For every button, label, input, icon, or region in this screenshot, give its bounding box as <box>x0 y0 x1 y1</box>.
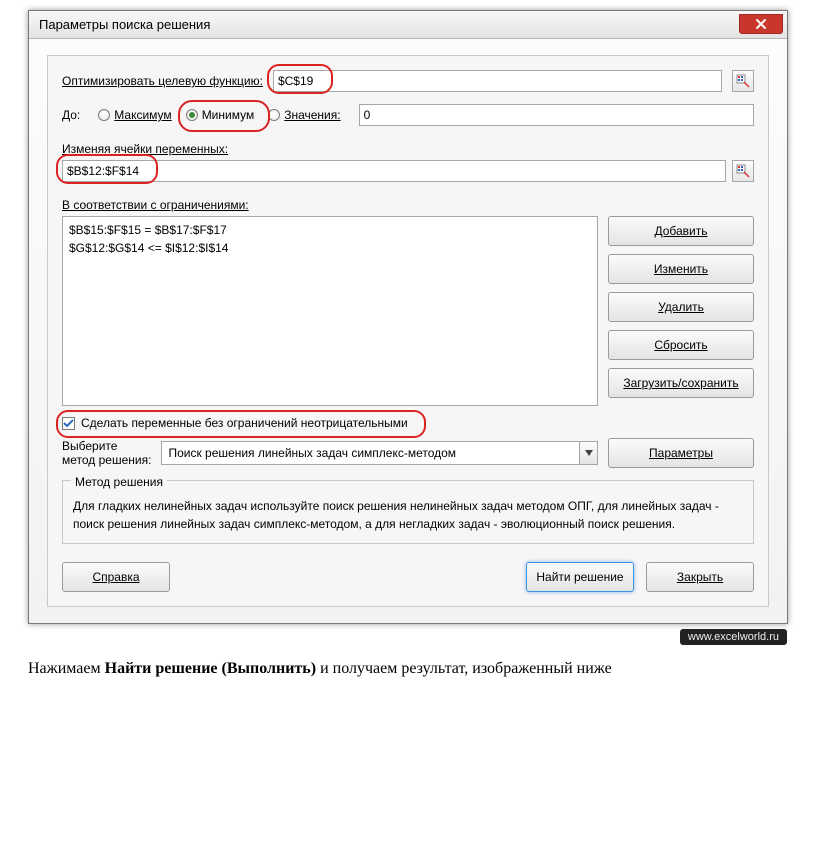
method-groupbox: Метод решения Для гладких нелинейных зад… <box>62 480 754 544</box>
radio-value[interactable]: Значения: <box>268 108 340 122</box>
objective-label: Оптимизировать целевую функцию: <box>62 74 263 88</box>
objective-input[interactable] <box>273 70 722 92</box>
range-picker-icon <box>736 164 750 178</box>
vars-input[interactable] <box>62 160 726 182</box>
method-select[interactable]: Поиск решения линейных задач симплекс-ме… <box>161 441 598 465</box>
help-button[interactable]: Справка <box>62 562 170 592</box>
close-window-button[interactable] <box>739 14 783 34</box>
radio-max[interactable]: Максимум <box>98 108 171 122</box>
reset-button[interactable]: Сбросить <box>608 330 754 360</box>
constraint-line[interactable]: $G$12:$G$14 <= $I$12:$I$14 <box>69 239 591 257</box>
caption-suffix: и получаем результат, изображенный ниже <box>316 660 612 677</box>
objective-range-picker[interactable] <box>732 70 754 92</box>
caption: Нажимаем Найти решение (Выполнить) и пол… <box>28 660 788 678</box>
method-description: Для гладких нелинейных задач используйте… <box>73 497 743 533</box>
loadsave-button[interactable]: Загрузить/сохранить <box>608 368 754 398</box>
value-input[interactable] <box>359 104 754 126</box>
method-selected-text: Поиск решения линейных задач симплекс-ме… <box>168 446 456 460</box>
caption-prefix: Нажимаем <box>28 660 105 677</box>
range-picker-icon <box>736 74 750 88</box>
chevron-down-icon <box>579 442 597 464</box>
nonneg-checkbox[interactable] <box>62 417 75 430</box>
to-label: До: <box>62 108 80 122</box>
watermark: www.excelworld.ru <box>680 629 787 645</box>
radio-max-label: Максимум <box>114 108 171 122</box>
method-legend: Метод решения <box>71 473 167 491</box>
solver-dialog: Параметры поиска решения Оптимизировать … <box>28 10 788 624</box>
close-icon <box>755 19 767 29</box>
params-button[interactable]: Параметры <box>608 438 754 468</box>
nonneg-label: Сделать переменные без ограничений неотр… <box>81 416 408 430</box>
radio-value-label: Значения: <box>284 108 340 122</box>
radio-min[interactable]: Минимум <box>186 108 255 122</box>
method-label-1: Выберите <box>62 439 151 453</box>
vars-range-picker[interactable] <box>732 160 754 182</box>
caption-bold: Найти решение (Выполнить) <box>105 660 316 677</box>
window-title: Параметры поиска решения <box>39 17 210 32</box>
check-icon <box>63 418 74 429</box>
vars-label: Изменяя ячейки переменных: <box>62 142 228 156</box>
constraints-label: В соответствии с ограничениями: <box>62 198 249 212</box>
delete-button[interactable]: Удалить <box>608 292 754 322</box>
close-button[interactable]: Закрыть <box>646 562 754 592</box>
change-button[interactable]: Изменить <box>608 254 754 284</box>
titlebar: Параметры поиска решения <box>29 11 787 39</box>
constraints-listbox[interactable]: $B$15:$F$15 = $B$17:$F$17 $G$12:$G$14 <=… <box>62 216 598 406</box>
solve-button[interactable]: Найти решение <box>526 562 634 592</box>
constraint-line[interactable]: $B$15:$F$15 = $B$17:$F$17 <box>69 221 591 239</box>
method-label-2: метод решения: <box>62 453 151 467</box>
add-button[interactable]: Добавить <box>608 216 754 246</box>
radio-min-label: Минимум <box>202 108 255 122</box>
